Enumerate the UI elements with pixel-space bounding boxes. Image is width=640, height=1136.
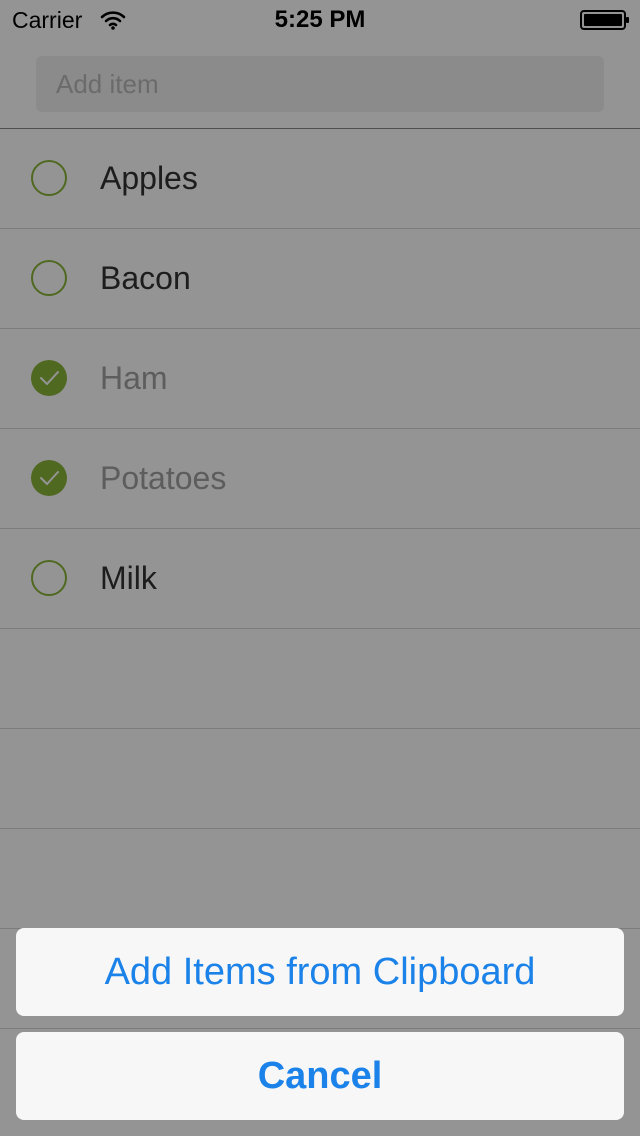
- shopping-list-screen: Carrier 5:25 PM Add item Apples Bacon Ha…: [0, 0, 640, 1136]
- cancel-button[interactable]: Cancel: [16, 1032, 624, 1120]
- add-items-from-clipboard-button[interactable]: Add Items from Clipboard: [16, 928, 624, 1016]
